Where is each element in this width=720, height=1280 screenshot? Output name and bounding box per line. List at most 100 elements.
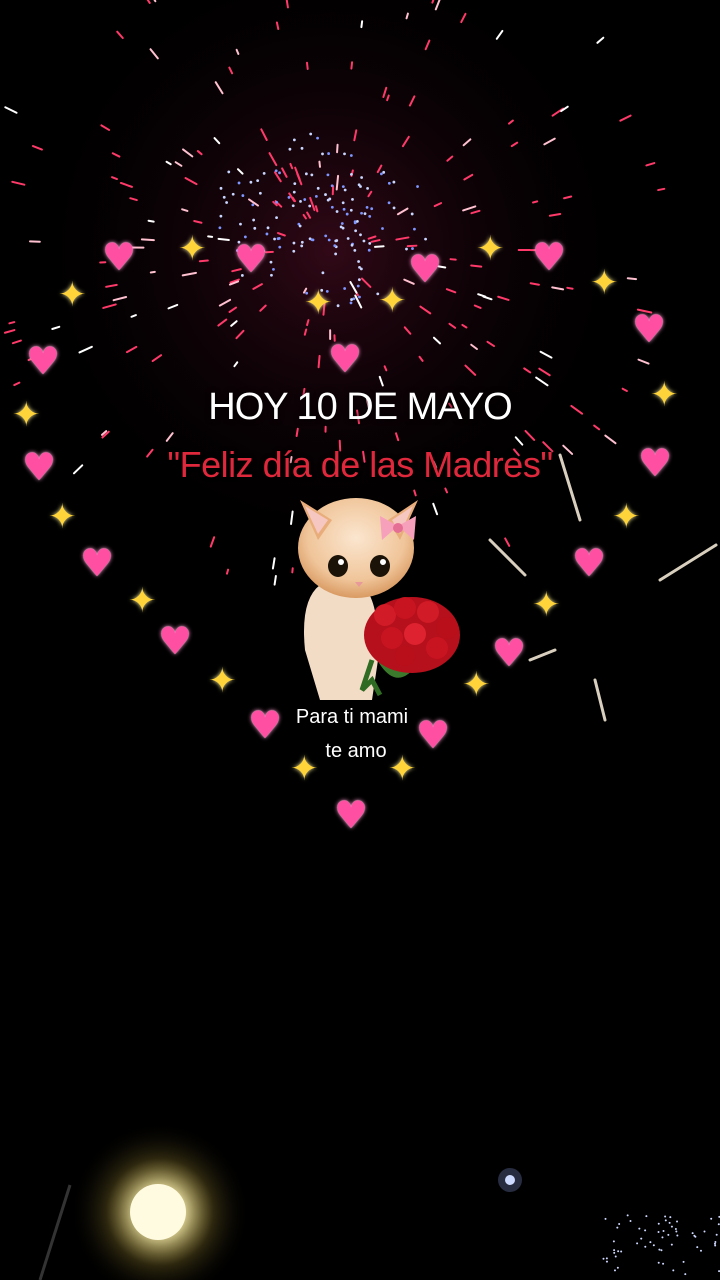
firework-spark <box>346 237 350 240</box>
firework-spark <box>276 237 280 241</box>
firework-spark <box>327 238 331 242</box>
firework-spark <box>360 211 363 215</box>
firework-spark <box>356 219 359 223</box>
firework-spark <box>327 152 330 155</box>
firework-spark <box>703 1230 706 1233</box>
heart-icon: ♥ <box>22 445 57 489</box>
firework-spark <box>298 224 302 228</box>
firework-spark <box>274 169 278 173</box>
firework-spark <box>303 198 307 201</box>
firework-spark <box>696 1246 699 1249</box>
firework-spark <box>300 244 304 248</box>
firework-spark <box>717 1223 720 1226</box>
firework-spark <box>310 173 314 177</box>
firework-spark <box>343 287 347 290</box>
firework-spark <box>252 218 256 222</box>
caption-line-1: Para ti mami <box>295 706 409 728</box>
heart-icon: ♥ <box>328 337 363 381</box>
firework-spark <box>392 180 396 184</box>
firework-spark <box>668 1221 671 1224</box>
heart-icon: ♥ <box>632 307 667 351</box>
firework-spark <box>357 260 360 263</box>
firework-spark <box>605 1257 608 1260</box>
firework-spark <box>258 191 262 195</box>
firework-spark <box>657 187 666 192</box>
firework-spark <box>360 20 364 29</box>
firework-spark <box>333 244 337 248</box>
firework-spark <box>219 214 223 218</box>
firework-spark <box>424 237 427 241</box>
heart-icon: ♥ <box>532 235 567 279</box>
firework-spark <box>349 301 353 305</box>
firework-spark <box>674 1227 677 1230</box>
firework-spark <box>237 181 241 185</box>
firework-spark <box>272 267 275 271</box>
firework-spark <box>620 1250 623 1253</box>
firework-spark <box>532 200 539 204</box>
firework-spark <box>341 226 345 230</box>
firework-spark <box>350 61 354 70</box>
firework-spark <box>147 219 155 223</box>
sparkles-icon: ✦ <box>128 581 157 621</box>
sparkles-icon: ✦ <box>58 275 87 315</box>
firework-spark <box>691 1232 694 1235</box>
firework-spark <box>356 284 360 288</box>
heart-icon: ♥ <box>334 793 369 837</box>
firework-spark <box>416 185 419 188</box>
firework-spark <box>239 222 242 226</box>
firework-spark <box>341 201 345 205</box>
firework-spark <box>349 208 353 212</box>
firework-spark <box>295 427 299 438</box>
firework-spark <box>287 196 291 199</box>
firework-spark <box>350 243 354 247</box>
firework-spark <box>321 152 324 156</box>
firework-spark <box>358 295 361 299</box>
firework-spark <box>667 1233 670 1236</box>
firework-spark <box>676 1234 679 1237</box>
firework-spark <box>275 21 280 31</box>
firework-spark <box>664 1219 667 1222</box>
firework-spark <box>342 207 346 211</box>
firework-spark <box>349 154 353 157</box>
firework-spark <box>300 146 304 150</box>
firework-spark <box>309 132 313 136</box>
firework-spark <box>387 181 391 185</box>
sparkles-icon: ✦ <box>12 395 41 435</box>
heart-icon: ♥ <box>638 441 673 485</box>
firework-spark <box>613 1269 616 1272</box>
firework-spark <box>672 1269 675 1272</box>
firework-spark <box>288 147 292 151</box>
firework-spark <box>657 1230 660 1233</box>
firework-spark <box>335 210 339 213</box>
fireworks-background <box>0 0 720 1280</box>
firework-spark <box>657 1222 660 1225</box>
firework-spark <box>636 1242 639 1245</box>
firework-spark <box>222 195 226 199</box>
sparkles-icon: ✦ <box>590 263 619 303</box>
heart-icon: ♥ <box>572 541 607 585</box>
firework-spark <box>227 170 231 174</box>
firework-spark <box>664 1215 667 1218</box>
firework-spark <box>410 212 414 216</box>
firework-spark <box>649 1241 652 1244</box>
firework-spark <box>694 1235 697 1238</box>
firework-spark <box>350 298 353 301</box>
firework-spark <box>374 245 385 248</box>
heart-icon: ♥ <box>408 247 443 291</box>
firework-spark <box>710 1217 713 1220</box>
firework-spark <box>269 260 273 264</box>
firework-spark <box>638 1227 641 1230</box>
firework-spark <box>612 1240 615 1243</box>
firework-spark <box>316 136 319 140</box>
heart-icon: ♥ <box>234 237 269 281</box>
firework-spark <box>275 200 278 204</box>
sparkles-icon: ✦ <box>290 749 319 789</box>
firework-spark <box>645 1215 648 1218</box>
firework-spark <box>300 240 304 244</box>
subtitle-text: "Feliz día de las Madres" <box>167 444 553 485</box>
firework-spark <box>353 248 357 252</box>
firework-spark <box>604 1217 607 1220</box>
firework-spark <box>405 12 409 20</box>
firework-spark <box>225 568 230 575</box>
firework-spark <box>266 226 270 230</box>
